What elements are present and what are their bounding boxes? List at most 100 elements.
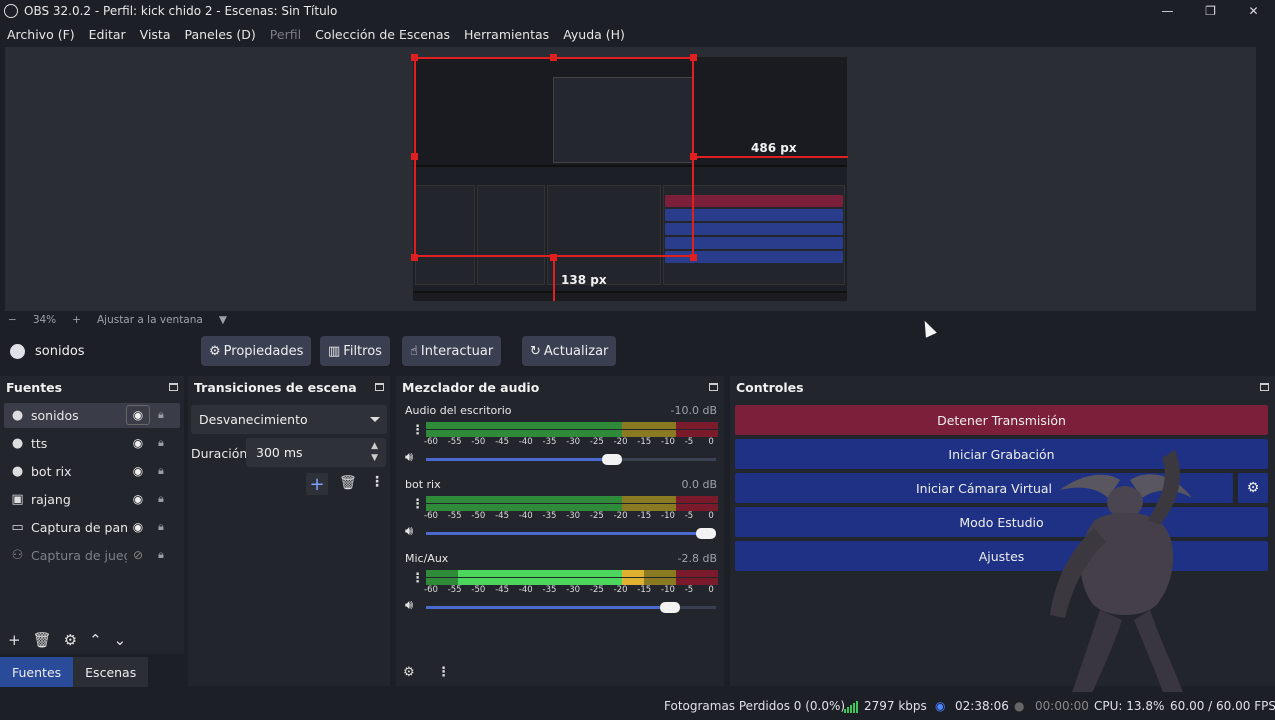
- meter-tick-label: -35: [542, 585, 557, 595]
- lock-icon[interactable]: 🔒︎: [158, 408, 170, 422]
- channel-menu-icon[interactable]: ⋮: [411, 423, 424, 438]
- add-transition-icon[interactable]: +: [306, 473, 328, 495]
- mixer-menu-icon[interactable]: ⋮: [437, 665, 450, 680]
- add-source-icon[interactable]: +: [8, 631, 21, 649]
- minimize-button[interactable]: —: [1146, 0, 1189, 22]
- maximize-button[interactable]: ❐: [1189, 0, 1232, 22]
- undock-icon[interactable]: [169, 383, 178, 391]
- source-item[interactable]: ⚇ Captura de juego ⊘ 🔒︎: [4, 543, 180, 568]
- meter-tick-label: -40: [518, 437, 533, 447]
- lock-icon[interactable]: 🔒︎: [158, 436, 170, 450]
- source-item[interactable]: ● sonidos ◉ 🔒︎: [4, 403, 180, 428]
- distance-guide-horizontal: [694, 156, 848, 158]
- source-item[interactable]: ▣ rajang ◉ 🔒︎: [4, 487, 180, 512]
- meter-tick-label: -35: [542, 511, 557, 521]
- resize-handle[interactable]: [690, 254, 697, 261]
- speaker-icon[interactable]: 🔊︎: [405, 598, 413, 613]
- volume-slider-handle[interactable]: [601, 454, 622, 465]
- source-item[interactable]: ● tts ◉ 🔒︎: [4, 431, 180, 456]
- meter-tick-label: -50: [471, 585, 486, 595]
- channel-menu-icon[interactable]: ⋮: [411, 571, 424, 586]
- menu-docks[interactable]: Paneles (D): [178, 27, 263, 42]
- trash-icon[interactable]: 🗑︎: [33, 631, 52, 649]
- cpu-usage: CPU: 13.8%: [1094, 699, 1165, 713]
- gear-icon[interactable]: ⚙: [64, 631, 77, 649]
- resize-handle[interactable]: [411, 153, 418, 160]
- tab-scenes[interactable]: Escenas: [73, 657, 149, 687]
- channel-db-value: 0.0 dB: [681, 478, 717, 491]
- menu-profile[interactable]: Perfil: [263, 27, 308, 42]
- transition-menu-icon[interactable]: ⋮: [370, 474, 384, 490]
- menu-edit[interactable]: Editar: [82, 27, 133, 42]
- selection-box[interactable]: [414, 57, 694, 257]
- duration-spinbox[interactable]: 300 ms ▲ ▼: [246, 438, 386, 467]
- undock-icon[interactable]: [1260, 383, 1269, 391]
- dropped-frames: Fotogramas Perdidos 0 (0.0%): [664, 699, 846, 713]
- volume-slider[interactable]: [426, 528, 716, 539]
- stop-stream-button[interactable]: Detener Transmisión: [735, 405, 1268, 435]
- transition-select[interactable]: Desvanecimiento: [191, 405, 387, 434]
- move-up-icon[interactable]: ⌃: [89, 631, 102, 649]
- advanced-audio-gear-icon[interactable]: ⚙: [403, 665, 415, 680]
- meter-tick-label: -10: [661, 585, 675, 595]
- resize-handle[interactable]: [550, 54, 557, 61]
- volume-slider[interactable]: [426, 454, 716, 465]
- source-item[interactable]: ▭ Captura de pantalla ◉ 🔒︎: [4, 515, 180, 540]
- visibility-eye-icon[interactable]: ◉: [130, 492, 146, 506]
- speaker-icon[interactable]: 🔊︎: [405, 450, 413, 465]
- visibility-eye-icon[interactable]: ◉: [130, 464, 146, 478]
- trash-icon[interactable]: 🗑︎: [339, 475, 357, 491]
- volume-slider-handle[interactable]: [659, 602, 680, 613]
- chevron-up-icon[interactable]: ▲: [371, 441, 378, 451]
- meter-tick-label: -20: [613, 585, 628, 595]
- undock-icon[interactable]: [709, 383, 718, 391]
- channel-name: Mic/Aux: [405, 552, 449, 565]
- image-icon: ▣: [11, 492, 24, 507]
- hidden-eye-icon[interactable]: ⊘: [130, 548, 146, 562]
- move-down-icon[interactable]: ⌄: [114, 631, 127, 649]
- volume-slider[interactable]: [426, 602, 716, 613]
- volume-fill: [426, 606, 670, 609]
- properties-button[interactable]: ⚙ Propiedades: [201, 336, 312, 366]
- title-bar: OBS 32.0.2 - Perfil: kick chido 2 - Esce…: [0, 0, 1275, 22]
- visibility-eye-icon[interactable]: ◉: [130, 520, 146, 534]
- resize-handle[interactable]: [690, 54, 697, 61]
- globe-icon: ●: [11, 408, 24, 423]
- meter-tick-label: -60: [424, 585, 438, 595]
- virtual-camera-gear-icon[interactable]: ⚙: [1238, 473, 1268, 503]
- zoom-out-button[interactable]: −: [8, 314, 17, 326]
- channel-menu-icon[interactable]: ⋮: [411, 497, 424, 512]
- fit-to-window-button[interactable]: Ajustar a la ventana: [97, 314, 203, 326]
- source-item[interactable]: ● bot rix ◉ 🔒︎: [4, 459, 180, 484]
- lock-icon[interactable]: 🔒︎: [158, 548, 170, 562]
- menu-file[interactable]: Archivo (F): [0, 27, 82, 42]
- height-distance-label: 138 px: [561, 273, 607, 287]
- zoom-dropdown-icon[interactable]: ▼: [219, 314, 227, 326]
- menu-tools[interactable]: Herramientas: [457, 27, 556, 42]
- lock-icon[interactable]: 🔒︎: [158, 520, 170, 534]
- stream-time: 02:38:06: [955, 699, 1009, 713]
- visibility-eye-icon[interactable]: ◉: [130, 436, 146, 450]
- menu-view[interactable]: Vista: [133, 27, 178, 42]
- interact-button[interactable]: ☝ Interactuar: [402, 336, 502, 366]
- visibility-eye-icon[interactable]: ◉: [126, 405, 150, 425]
- menu-scene-collection[interactable]: Colección de Escenas: [308, 27, 457, 42]
- source-item-label: bot rix: [31, 464, 72, 479]
- filters-button[interactable]: ▥ Filtros: [320, 336, 390, 366]
- resize-handle[interactable]: [411, 54, 418, 61]
- chevron-down-icon[interactable]: ▼: [371, 453, 378, 463]
- meter-tick-label: -55: [447, 437, 462, 447]
- undock-icon[interactable]: [375, 383, 384, 391]
- tab-sources[interactable]: Fuentes: [0, 657, 74, 687]
- resize-handle[interactable]: [411, 254, 418, 261]
- lock-icon[interactable]: 🔒︎: [158, 464, 170, 478]
- pointer-hand-icon: ☝: [410, 343, 418, 359]
- speaker-icon[interactable]: 🔊︎: [405, 524, 413, 539]
- close-button[interactable]: ✕: [1232, 0, 1275, 22]
- volume-slider-handle[interactable]: [696, 528, 716, 539]
- gamepad-icon: ⚇: [11, 548, 24, 563]
- menu-help[interactable]: Ayuda (H): [556, 27, 632, 42]
- zoom-in-button[interactable]: +: [72, 314, 81, 326]
- lock-icon[interactable]: 🔒︎: [158, 492, 170, 506]
- refresh-button[interactable]: ↻ Actualizar: [522, 336, 617, 366]
